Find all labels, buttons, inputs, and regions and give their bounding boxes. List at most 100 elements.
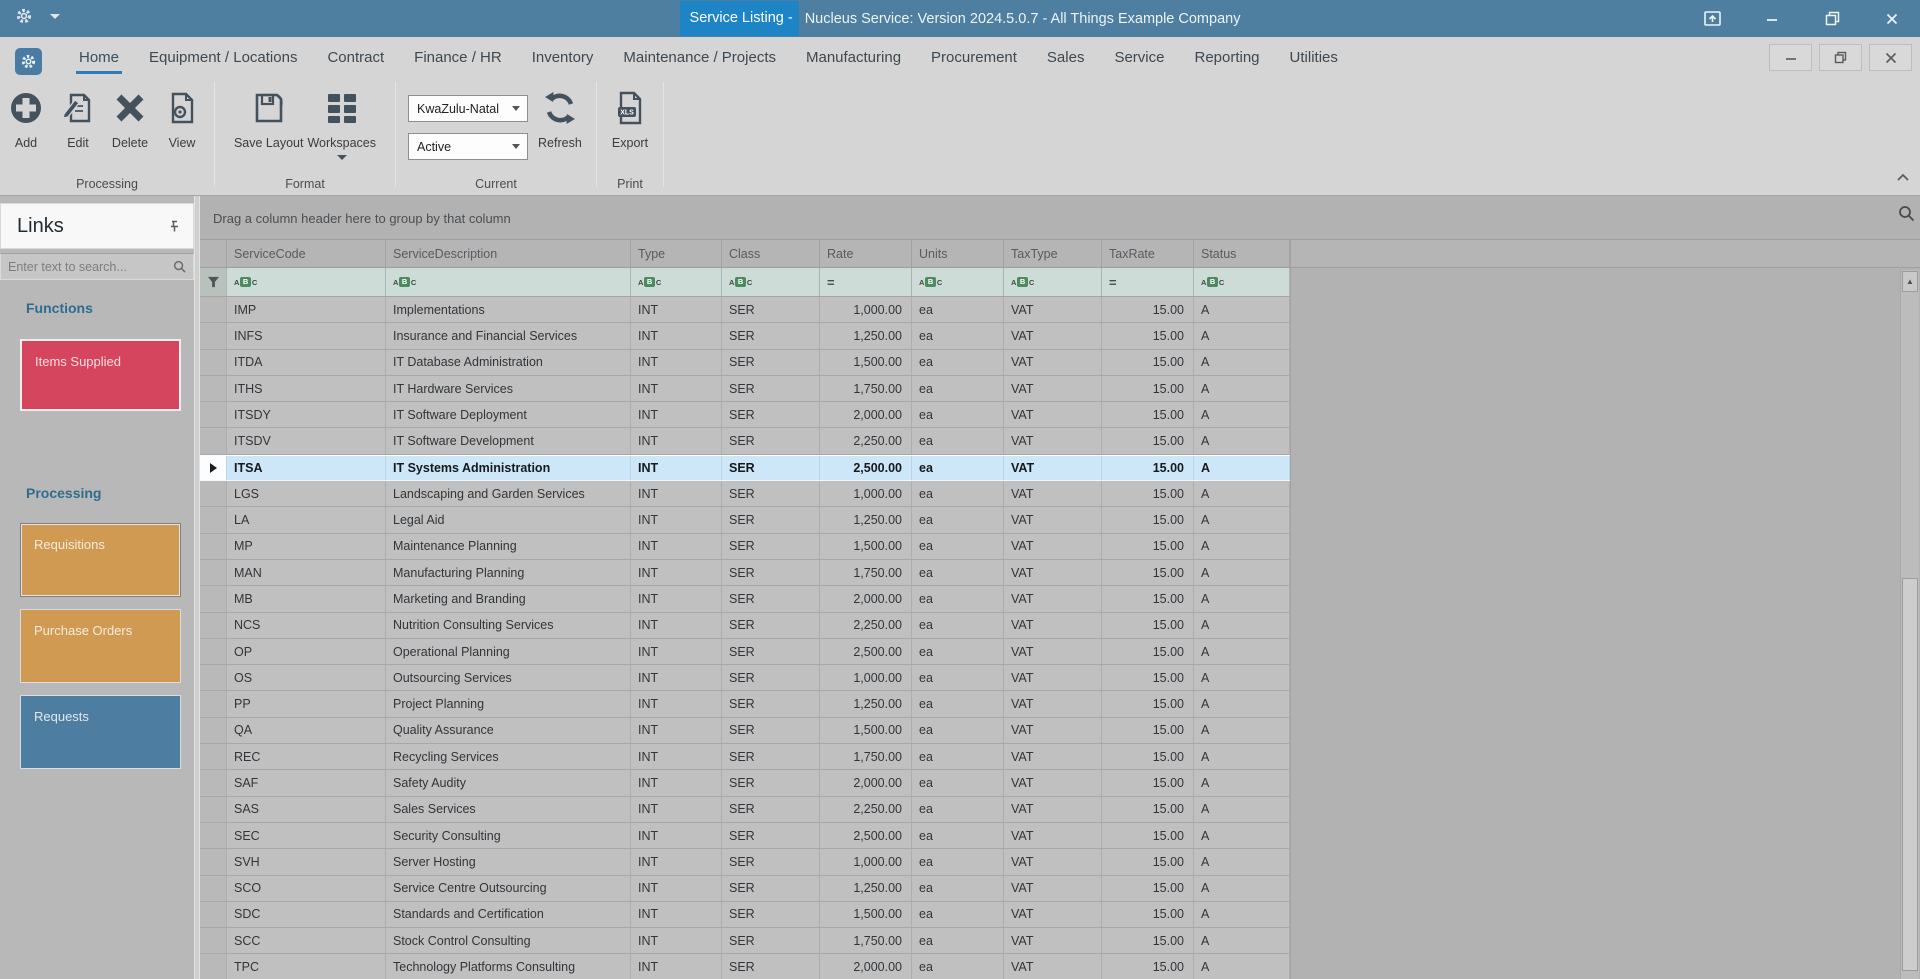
- sidebar-tile-requests[interactable]: Requests: [20, 695, 181, 769]
- cell-tax_type[interactable]: VAT: [1004, 323, 1102, 349]
- cell-units[interactable]: ea: [912, 455, 1004, 481]
- table-row[interactable]: OP Operational Planning INT SER 2,500.00 ea VA…: [200, 638, 1290, 666]
- cell-units[interactable]: ea: [912, 875, 1004, 901]
- table-row[interactable]: QA Quality Assurance INT SER 1,500.00 ea VAT 15…: [200, 717, 1290, 745]
- table-row[interactable]: TPC Technology Platforms Consulting INT SER…: [200, 954, 1290, 979]
- cell-rate[interactable]: 1,000.00: [820, 849, 912, 875]
- row-indicator[interactable]: [200, 954, 227, 979]
- cell-status[interactable]: A: [1194, 533, 1290, 559]
- cell-tax_type[interactable]: VAT: [1004, 638, 1102, 665]
- table-row[interactable]: LA Legal Aid INT SER 1,250.00 ea VAT 15.00 A: [200, 507, 1290, 534]
- cell-tax_type[interactable]: VAT: [1004, 744, 1102, 770]
- column-header-tax_type[interactable]: TaxType: [1004, 240, 1102, 267]
- group-by-panel[interactable]: Drag a column header here to group by th…: [200, 196, 1920, 240]
- table-row[interactable]: SDC Standards and Certification INT SER 1,50…: [200, 901, 1290, 929]
- cell-code[interactable]: SEC: [227, 822, 386, 849]
- cell-tax_rate[interactable]: 15.00: [1102, 428, 1194, 454]
- cell-units[interactable]: ea: [912, 586, 1004, 612]
- cell-rate[interactable]: 1,250.00: [820, 691, 912, 717]
- cell-type[interactable]: INT: [631, 954, 722, 979]
- cell-units[interactable]: ea: [912, 928, 1004, 954]
- cell-units[interactable]: ea: [912, 533, 1004, 559]
- cell-rate[interactable]: 1,750.00: [820, 928, 912, 954]
- ribbon-toggle-icon[interactable]: [1702, 9, 1722, 29]
- cell-type[interactable]: INT: [631, 349, 722, 375]
- cell-description[interactable]: Landscaping and Garden Services: [386, 481, 631, 507]
- cell-description[interactable]: Nutrition Consulting Services: [386, 612, 631, 638]
- delete-button[interactable]: Delete: [106, 84, 154, 150]
- cell-description[interactable]: Recycling Services: [386, 744, 631, 770]
- row-indicator[interactable]: [200, 481, 227, 507]
- cell-status[interactable]: A: [1194, 375, 1290, 402]
- filter-cell-class[interactable]: ABC: [722, 268, 820, 296]
- row-indicator[interactable]: [200, 770, 227, 796]
- cell-status[interactable]: A: [1194, 928, 1290, 954]
- row-indicator[interactable]: [200, 349, 227, 375]
- cell-type[interactable]: INT: [631, 665, 722, 691]
- row-indicator[interactable]: [200, 533, 227, 559]
- cell-tax_type[interactable]: VAT: [1004, 691, 1102, 717]
- cell-class[interactable]: SER: [722, 323, 820, 349]
- cell-rate[interactable]: 1,750.00: [820, 559, 912, 586]
- minimize-icon[interactable]: [1762, 9, 1782, 29]
- column-header-code[interactable]: ServiceCode: [227, 240, 386, 267]
- cell-tax_rate[interactable]: 15.00: [1102, 533, 1194, 559]
- cell-code[interactable]: MAN: [227, 559, 386, 586]
- cell-description[interactable]: Manufacturing Planning: [386, 559, 631, 586]
- cell-tax_type[interactable]: VAT: [1004, 481, 1102, 507]
- cell-description[interactable]: Insurance and Financial Services: [386, 323, 631, 349]
- sidebar-tile-items-supplied[interactable]: Items Supplied: [20, 339, 181, 411]
- cell-units[interactable]: ea: [912, 638, 1004, 665]
- cell-class[interactable]: SER: [722, 481, 820, 507]
- cell-code[interactable]: SVH: [227, 849, 386, 875]
- cell-type[interactable]: INT: [631, 612, 722, 638]
- tab-utilities[interactable]: Utilities: [1275, 37, 1353, 78]
- grid-search-icon[interactable]: [1898, 205, 1915, 227]
- cell-type[interactable]: INT: [631, 691, 722, 717]
- cell-code[interactable]: OP: [227, 638, 386, 665]
- filter-cell-units[interactable]: ABC: [912, 268, 1004, 296]
- cell-rate[interactable]: 1,750.00: [820, 375, 912, 402]
- tab-inventory[interactable]: Inventory: [517, 37, 609, 78]
- cell-rate[interactable]: 2,500.00: [820, 822, 912, 849]
- cell-rate[interactable]: 1,000.00: [820, 481, 912, 507]
- cell-class[interactable]: SER: [722, 691, 820, 717]
- row-indicator[interactable]: [200, 323, 227, 349]
- cell-type[interactable]: INT: [631, 717, 722, 744]
- cell-tax_type[interactable]: VAT: [1004, 796, 1102, 822]
- close-icon[interactable]: [1882, 9, 1902, 29]
- cell-class[interactable]: SER: [722, 822, 820, 849]
- row-indicator[interactable]: [200, 901, 227, 928]
- cell-code[interactable]: QA: [227, 717, 386, 744]
- cell-code[interactable]: LGS: [227, 481, 386, 507]
- row-indicator[interactable]: [200, 822, 227, 849]
- cell-status[interactable]: A: [1194, 875, 1290, 901]
- cell-tax_type[interactable]: VAT: [1004, 875, 1102, 901]
- cell-rate[interactable]: 1,250.00: [820, 507, 912, 533]
- cell-tax_type[interactable]: VAT: [1004, 507, 1102, 533]
- cell-tax_rate[interactable]: 15.00: [1102, 665, 1194, 691]
- refresh-button[interactable]: Refresh: [538, 84, 582, 160]
- cell-class[interactable]: SER: [722, 455, 820, 481]
- cell-class[interactable]: SER: [722, 612, 820, 638]
- scrollbar-thumb[interactable]: [1902, 578, 1918, 971]
- row-indicator[interactable]: [200, 744, 227, 770]
- cell-rate[interactable]: 1,500.00: [820, 349, 912, 375]
- cell-code[interactable]: LA: [227, 507, 386, 533]
- cell-description[interactable]: IT Software Development: [386, 428, 631, 454]
- cell-units[interactable]: ea: [912, 481, 1004, 507]
- cell-type[interactable]: INT: [631, 481, 722, 507]
- row-indicator[interactable]: [200, 586, 227, 612]
- cell-status[interactable]: A: [1194, 717, 1290, 744]
- cell-class[interactable]: SER: [722, 349, 820, 375]
- cell-units[interactable]: ea: [912, 323, 1004, 349]
- cell-type[interactable]: INT: [631, 297, 722, 323]
- table-row[interactable]: LGS Landscaping and Garden Services INT SER…: [200, 481, 1290, 508]
- cell-rate[interactable]: 2,000.00: [820, 586, 912, 612]
- table-row[interactable]: NCS Nutrition Consulting Services INT SER 2,…: [200, 612, 1290, 639]
- cell-description[interactable]: IT Database Administration: [386, 349, 631, 375]
- cell-code[interactable]: ITDA: [227, 349, 386, 375]
- tab-equipment-locations[interactable]: Equipment / Locations: [134, 37, 312, 78]
- cell-units[interactable]: ea: [912, 796, 1004, 822]
- cell-type[interactable]: INT: [631, 323, 722, 349]
